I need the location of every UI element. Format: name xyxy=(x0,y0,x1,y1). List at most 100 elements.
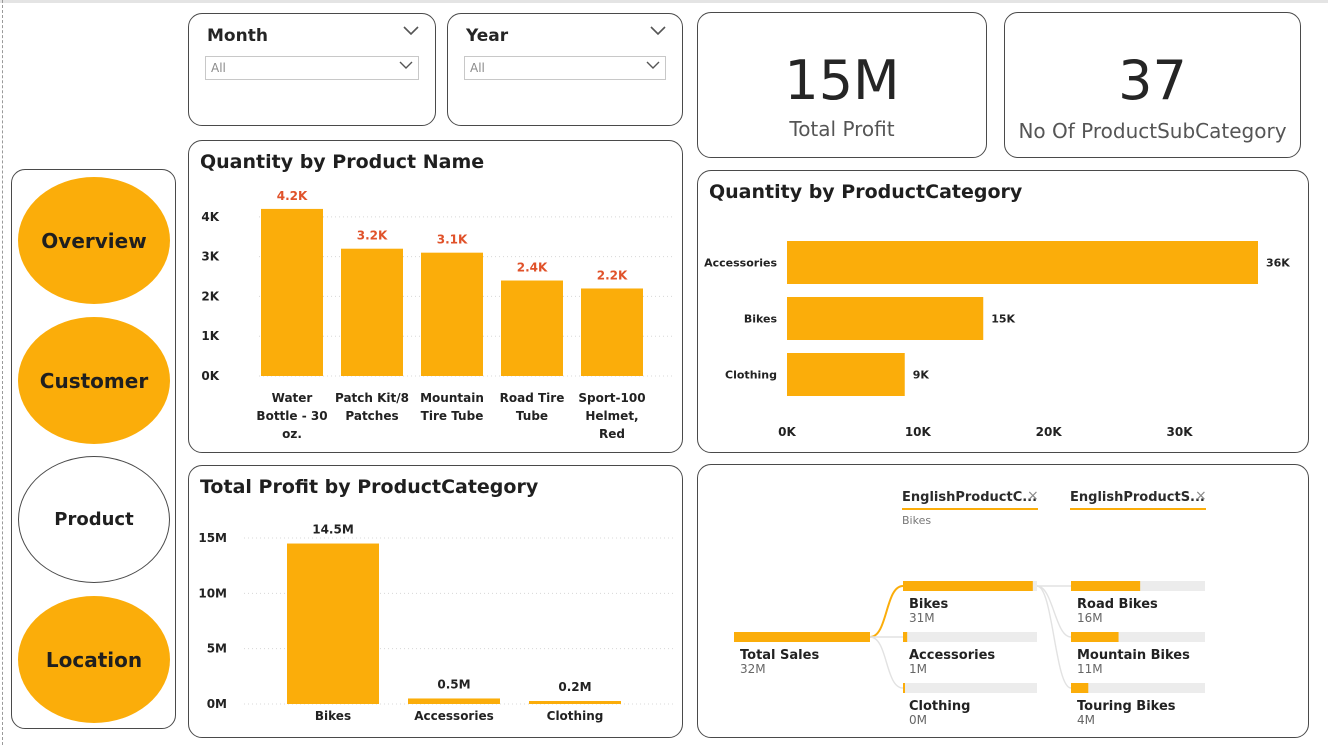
y-tick-label: 15M xyxy=(198,531,227,545)
y-tick-label: 0M xyxy=(207,697,227,711)
data-label: 2.2K xyxy=(597,268,628,282)
decomp-track xyxy=(903,632,1037,642)
y-tick-label: 5M xyxy=(207,642,227,656)
month-dropdown-value: All xyxy=(211,61,226,75)
decomp-bar xyxy=(903,581,1033,591)
top-edge-line xyxy=(0,0,1328,3)
decomp-root-label: Total Sales xyxy=(740,648,819,663)
nav-overview-label: Overview xyxy=(41,228,147,253)
navigation-panel: Overview Customer Product Location xyxy=(11,169,176,729)
decomp-node-value: 11M xyxy=(1077,662,1103,676)
y-tick-label: 10M xyxy=(198,586,227,600)
y-tick-label: Bikes xyxy=(744,313,778,326)
bar xyxy=(341,248,403,376)
decomposition-tree-card: EnglishProductC... × Bikes EnglishProduc… xyxy=(697,464,1309,738)
qty-by-product-chart: 0K 1K 2K 3K 4K 4.2K Water Bottle - 30 oz. 3.2K Pat… xyxy=(201,189,674,441)
x-tick-label: 10K xyxy=(905,425,932,439)
decomp-bar xyxy=(903,683,905,693)
decomp-node-label: Mountain Bikes xyxy=(1077,648,1190,663)
month-slicer-title: Month xyxy=(207,26,268,46)
x-tick-label: Bikes xyxy=(315,709,351,723)
y-tick-label: Clothing xyxy=(725,369,777,382)
y-tick-label: 2K xyxy=(201,289,219,303)
bar xyxy=(421,252,483,376)
decomp-node-label: Touring Bikes xyxy=(1077,699,1176,714)
profit-by-category-card: Total Profit by ProductCategory 0M 5M 10M 1… xyxy=(188,465,683,738)
y-tick-label: 4K xyxy=(201,210,219,224)
x-tick-label: Patches xyxy=(345,409,398,423)
decomp-node-value: 0M xyxy=(909,713,927,727)
x-tick-label: 0K xyxy=(778,425,796,439)
bar xyxy=(581,288,643,376)
bar xyxy=(408,698,500,704)
year-dropdown[interactable]: All xyxy=(464,56,666,80)
y-tick-label: 0K xyxy=(201,369,219,383)
data-label: 9K xyxy=(913,369,930,382)
x-tick-label: Tube xyxy=(516,409,548,423)
decomp-root-bar xyxy=(734,632,870,642)
data-label: 15K xyxy=(991,313,1015,326)
nav-overview-button[interactable]: Overview xyxy=(18,177,170,304)
bar xyxy=(501,280,563,376)
y-tick-label: 3K xyxy=(201,250,219,264)
qty-by-category-chart: 0K 10K 20K 30K Accessories 36K Bikes 15K Clothin… xyxy=(704,241,1290,439)
decomp-bar xyxy=(903,632,908,642)
decomp-node-label: Clothing xyxy=(909,699,970,714)
nav-product-button[interactable]: Product xyxy=(18,456,170,583)
x-tick-label: 20K xyxy=(1036,425,1063,439)
decomp-node-label: Accessories xyxy=(909,648,995,663)
year-slicer-title: Year xyxy=(466,26,509,46)
bar xyxy=(787,353,905,396)
x-tick-label: Red xyxy=(599,427,625,441)
decomposition-tree: Total Sales32M Bikes31M Accessories1M Cloth… xyxy=(734,581,1205,727)
month-dropdown[interactable]: All xyxy=(205,56,419,80)
decomp-track xyxy=(1071,683,1205,693)
decomp-bar xyxy=(1071,683,1089,693)
x-tick-label: Accessories xyxy=(414,709,494,723)
nav-customer-button[interactable]: Customer xyxy=(18,317,170,444)
nav-location-button[interactable]: Location xyxy=(18,596,170,723)
bar xyxy=(261,208,323,376)
nav-product-label: Product xyxy=(54,509,134,530)
x-tick-label: Sport-100 xyxy=(578,391,645,405)
data-label: 4.2K xyxy=(277,189,308,203)
decomp-node-value: 31M xyxy=(909,611,935,625)
bar xyxy=(287,543,379,704)
qty-by-product-card: Quantity by Product Name 0K 1K 2K 3K 4K 4.2K W… xyxy=(188,140,683,453)
decomp-node-label: Bikes xyxy=(909,597,948,612)
chevron-down-icon[interactable] xyxy=(650,26,666,36)
x-tick-label: Water xyxy=(272,391,313,405)
decomp-node-value: 16M xyxy=(1077,611,1103,625)
subcategory-count-value: 37 xyxy=(1118,49,1187,112)
x-tick-label: oz. xyxy=(282,427,302,441)
decomp-connector xyxy=(869,585,904,638)
month-slicer: Month All xyxy=(188,13,436,126)
chevron-down-icon[interactable] xyxy=(403,26,419,36)
chevron-down-icon xyxy=(646,61,660,69)
year-slicer: Year All xyxy=(447,13,683,126)
nav-location-label: Location xyxy=(45,647,143,672)
nav-customer-label: Customer xyxy=(39,368,149,393)
data-label: 3.2K xyxy=(357,229,388,243)
x-tick-label: Patch Kit/8 xyxy=(335,391,409,405)
y-tick-label: Accessories xyxy=(704,257,777,270)
data-label: 0.5M xyxy=(437,677,470,691)
decomp-connector xyxy=(1036,585,1072,638)
data-label: 3.1K xyxy=(437,233,468,247)
data-label: 2.4K xyxy=(517,261,548,275)
decomp-node-value: 1M xyxy=(909,662,927,676)
decomp-bar xyxy=(1071,632,1119,642)
x-tick-label: Clothing xyxy=(547,709,604,723)
y-tick-label: 1K xyxy=(201,329,219,343)
x-tick-label: Road Tire xyxy=(500,391,565,405)
decomp-track xyxy=(903,683,1037,693)
subcategory-count-label: No Of ProductSubCategory xyxy=(1018,119,1287,143)
decomp-connector xyxy=(1036,585,1072,689)
decomp-node-value: 4M xyxy=(1077,713,1095,727)
x-tick-label: 30K xyxy=(1167,425,1194,439)
x-tick-label: Tire Tube xyxy=(421,409,484,423)
x-tick-label: Helmet, xyxy=(585,409,638,423)
decomp-node-label: Road Bikes xyxy=(1077,597,1158,612)
year-dropdown-value: All xyxy=(470,61,485,75)
total-profit-card: 15M Total Profit xyxy=(697,12,987,158)
